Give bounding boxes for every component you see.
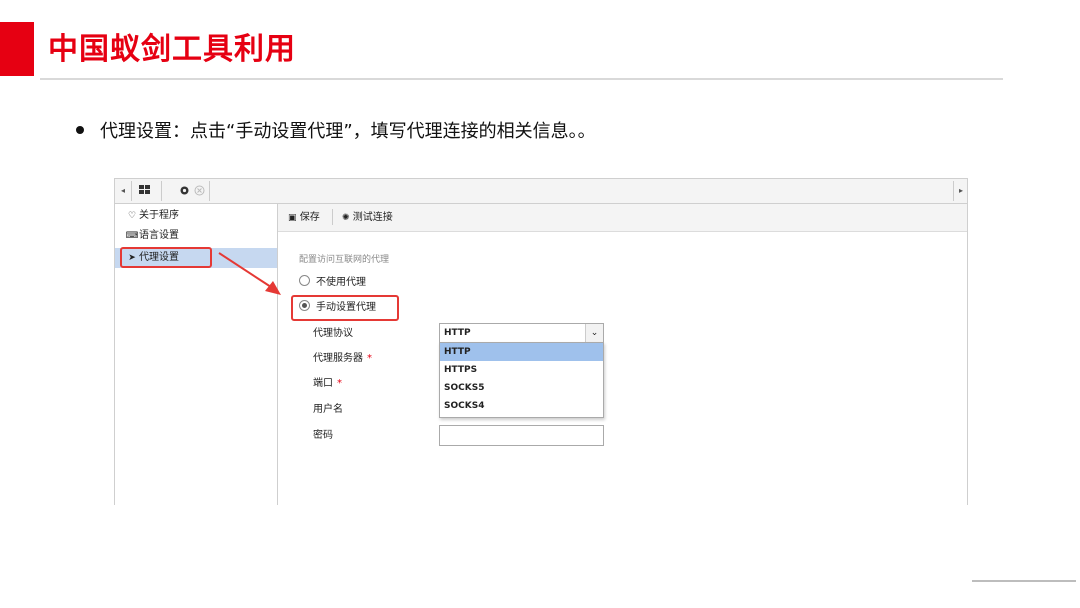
grid-icon[interactable] bbox=[139, 183, 151, 195]
toolbar-divider bbox=[332, 209, 333, 225]
tab-divider bbox=[161, 181, 162, 201]
dropdown-option[interactable]: SOCKS5 bbox=[440, 379, 603, 397]
port-label: 端口 bbox=[313, 378, 333, 389]
test-connection-label: 测试连接 bbox=[352, 212, 393, 223]
tab-scroll-right-icon[interactable]: ▸ bbox=[955, 184, 967, 198]
server-label: 代理服务器 bbox=[313, 353, 363, 364]
spinner-icon: ✺ bbox=[342, 213, 350, 223]
close-icon[interactable] bbox=[194, 183, 205, 196]
language-icon: ⌨ bbox=[125, 231, 139, 241]
tab-divider bbox=[209, 181, 210, 201]
sidebar-item-label: 语言设置 bbox=[139, 230, 179, 241]
radio-no-proxy[interactable]: 不使用代理 bbox=[299, 275, 366, 291]
protocol-select-value: HTTP bbox=[444, 328, 471, 338]
sidebar-item-label: 关于程序 bbox=[139, 210, 179, 221]
section-label: 配置访问互联网的代理 bbox=[299, 255, 390, 265]
radio-button[interactable] bbox=[299, 275, 310, 286]
highlight-box-manual-proxy bbox=[291, 295, 399, 321]
heart-icon: ♡ bbox=[127, 211, 137, 221]
protocol-dropdown: HTTP HTTPS SOCKS5 SOCKS4 bbox=[439, 342, 604, 418]
username-label: 用户名 bbox=[313, 404, 343, 415]
title-accent-bar bbox=[0, 22, 34, 76]
chevron-down-icon[interactable]: ⌄ bbox=[585, 324, 603, 342]
tab-divider bbox=[953, 181, 954, 201]
settings-toolbar: ▣ 保存 ✺ 测试连接 bbox=[278, 204, 967, 232]
port-label-row: 端口 * bbox=[313, 377, 342, 391]
protocol-label: 代理协议 bbox=[313, 328, 353, 339]
footer-divider bbox=[972, 580, 1076, 582]
dropdown-option[interactable]: HTTP bbox=[440, 343, 603, 361]
antsword-settings-screenshot: ◂ ▸ ♡ 关于程序 ⌨语言设置 ➤ 代理设置 ▣ 保存 ✺ 测试连接 配置访问… bbox=[114, 178, 968, 505]
bullet-text: 代理设置：点击“手动设置代理”，填写代理连接的相关信息。。 bbox=[100, 121, 596, 142]
gear-icon[interactable] bbox=[179, 183, 190, 196]
test-connection-button[interactable]: ✺ 测试连接 bbox=[342, 210, 393, 226]
dropdown-option[interactable]: SOCKS4 bbox=[440, 397, 603, 415]
dropdown-option[interactable]: HTTPS bbox=[440, 361, 603, 379]
bullet-dot bbox=[76, 126, 84, 134]
server-label-row: 代理服务器 * bbox=[313, 352, 372, 366]
save-icon: ▣ bbox=[288, 213, 297, 223]
save-button-label: 保存 bbox=[299, 212, 320, 223]
title-divider bbox=[40, 78, 1003, 80]
required-mark: * bbox=[337, 378, 342, 389]
password-label: 密码 bbox=[313, 430, 333, 441]
save-button[interactable]: ▣ 保存 bbox=[288, 210, 320, 226]
protocol-select[interactable]: HTTP ⌄ bbox=[439, 323, 604, 343]
password-field[interactable] bbox=[439, 425, 604, 446]
sidebar-item-about[interactable]: ♡ 关于程序 bbox=[115, 206, 277, 226]
radio-label: 不使用代理 bbox=[316, 277, 366, 288]
bullet-text-row: 代理设置：点击“手动设置代理”，填写代理连接的相关信息。。 bbox=[76, 118, 596, 146]
tab-scroll-left-icon[interactable]: ◂ bbox=[117, 184, 129, 198]
page-title: 中国蚁剑工具利用 bbox=[48, 32, 296, 67]
annotation-arrow bbox=[218, 252, 281, 295]
tab-divider bbox=[131, 181, 132, 201]
sidebar-item-language[interactable]: ⌨语言设置 bbox=[115, 226, 277, 246]
highlight-box-sidebar bbox=[120, 247, 212, 268]
tab-bar: ◂ ▸ bbox=[115, 179, 967, 204]
required-mark: * bbox=[367, 353, 372, 364]
